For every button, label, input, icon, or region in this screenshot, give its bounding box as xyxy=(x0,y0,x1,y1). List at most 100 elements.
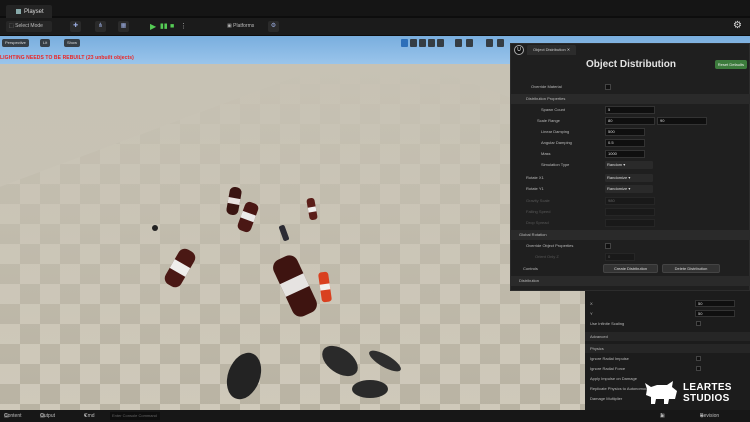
lit-button[interactable]: Lit xyxy=(40,39,51,47)
gravity-label: Gravity Scale xyxy=(526,198,550,203)
bottle-6 xyxy=(318,271,332,303)
global-rotation-label: Global Rotation xyxy=(519,232,547,237)
falling-speed-label: Falling Speed xyxy=(526,209,551,214)
row-override-material: Override Material xyxy=(511,82,750,92)
linear-damping-field[interactable]: 500 xyxy=(605,128,645,136)
panel-tab-label: Object Distribution xyxy=(533,47,566,52)
detail-row-physics[interactable]: Physics xyxy=(585,344,750,353)
detail-physics-label: Physics xyxy=(590,346,604,351)
row-global-rotation[interactable]: Global Rotation xyxy=(511,230,750,240)
detail-x-field[interactable]: 50 xyxy=(695,300,735,307)
rotate-y-dropdown[interactable]: Randomize ▾ xyxy=(605,185,653,193)
simulation-type-dropdown[interactable]: Random ▾ xyxy=(605,161,653,169)
rotate-y-label: Rotate Y1 xyxy=(526,186,544,191)
linear-damping-label: Linear Damping xyxy=(541,129,570,134)
orient-only-field: 0 xyxy=(605,253,635,261)
grid-size-icon[interactable] xyxy=(466,39,473,47)
cmd-label: Cmd xyxy=(84,413,95,419)
object-distribution-panel: U Object Distribution ✕ Object Distribut… xyxy=(510,43,750,291)
scale-min-field[interactable]: 80 xyxy=(605,117,655,125)
revision-control-label: Revision Control xyxy=(700,413,720,419)
drop-spread-label: Drop Spread xyxy=(526,220,549,225)
scale-max-field[interactable]: 90 xyxy=(657,117,707,125)
cmd-dropdown[interactable]: Cmd ▾ xyxy=(84,410,95,422)
rotate-x-label: Rotate X1 xyxy=(526,175,544,180)
play-icon[interactable]: ▶ xyxy=(150,21,158,32)
spawn-count-field[interactable]: 5 xyxy=(605,106,655,114)
platforms-label: Platforms xyxy=(233,23,255,29)
override-material-checkbox[interactable] xyxy=(605,84,611,90)
show-button[interactable]: Show xyxy=(64,39,81,47)
override-object-properties-checkbox[interactable] xyxy=(605,243,611,249)
detail-row-radial-impulse: Ignore Radial Impulse xyxy=(585,354,750,363)
drop-spread-field xyxy=(605,219,655,227)
rotation-size-icon[interactable] xyxy=(497,39,504,47)
more-icon[interactable]: ⋮ xyxy=(180,21,188,32)
row-rotate-y: Rotate Y1 Randomize ▾ xyxy=(511,184,750,194)
move-tool-icon[interactable] xyxy=(410,39,417,47)
bottle-2 xyxy=(237,201,259,233)
add-content-icon[interactable]: ✚ xyxy=(70,21,81,32)
row-spawn-count: Spawn Count 5 xyxy=(511,105,750,115)
scale-range-label: Scale Range xyxy=(537,118,560,123)
settings-icon[interactable]: ⚙ xyxy=(268,21,279,32)
level-tab-label: Playset xyxy=(24,9,44,15)
angular-damping-field[interactable]: 0.5 xyxy=(605,139,645,147)
mass-label: Mass xyxy=(541,151,551,156)
detail-infinite-checkbox[interactable] xyxy=(696,321,701,326)
bottle-4 xyxy=(164,248,196,288)
row-mass: Mass 1000 xyxy=(511,149,750,159)
detail-radial-impulse-label: Ignore Radial Impulse xyxy=(590,356,629,361)
detail-apply-impulse-label: Apply Impulse on Damage xyxy=(590,376,637,381)
controls-label: Controls xyxy=(523,266,538,271)
bull-logo-icon xyxy=(645,381,677,404)
perspective-button[interactable]: Perspective xyxy=(2,39,29,47)
console-command-input[interactable]: Enter Console Command xyxy=(110,412,160,420)
select-tool-icon[interactable] xyxy=(401,39,408,47)
rotation-snap-icon[interactable] xyxy=(486,39,493,47)
scale-tool-icon[interactable] xyxy=(428,39,435,47)
row-drop-spread: Drop Spread xyxy=(511,218,750,228)
play-options-icon[interactable]: ▮▮ xyxy=(160,21,168,32)
override-object-properties-label: Override Object Properties xyxy=(526,243,574,248)
select-mode-dropdown[interactable]: ⬚ Select Mode xyxy=(6,21,52,32)
detail-row-advanced[interactable]: Advanced xyxy=(585,332,750,341)
detail-advanced-label: Advanced xyxy=(590,334,608,339)
detail-y-field[interactable]: 50 xyxy=(695,310,735,317)
cinematics-icon[interactable]: ▦ xyxy=(118,21,129,32)
row-distribution-properties[interactable]: Distribution Properties xyxy=(511,94,750,104)
lighting-warning: LIGHTING NEEDS TO BE REBUILT (23 unbuilt… xyxy=(0,55,134,61)
panel-tab[interactable]: Object Distribution ✕ xyxy=(527,45,577,55)
content-drawer-label: Content Drawer xyxy=(4,413,22,419)
row-distribution-section[interactable]: Distribution xyxy=(511,276,750,286)
rotate-x-value: Randomize xyxy=(607,175,628,180)
show-label: Show xyxy=(67,40,78,45)
row-simulation-type: Simulation Type Random ▾ xyxy=(511,160,750,170)
bottle-cap xyxy=(152,225,158,231)
create-distribution-button[interactable]: Create Distribution xyxy=(603,264,658,273)
detail-radial-impulse-checkbox[interactable] xyxy=(696,356,701,361)
row-rotate-x: Rotate X1 Randomize ▾ xyxy=(511,173,750,183)
unreal-logo-icon: U xyxy=(514,45,524,55)
detail-radial-force-checkbox[interactable] xyxy=(696,366,701,371)
detail-row-x: X 50 xyxy=(585,299,750,308)
stop-icon[interactable]: ■ xyxy=(170,21,178,32)
rotate-tool-icon[interactable] xyxy=(419,39,426,47)
status-bar: ▤ Content Drawer ▤ Output Log Cmd ▾ Ente… xyxy=(0,410,750,422)
grid-snap-icon[interactable] xyxy=(455,39,462,47)
distribution-section-label: Distribution xyxy=(519,278,540,283)
detail-x-label: X xyxy=(590,301,593,306)
world-space-icon[interactable] xyxy=(437,39,444,47)
editor-settings-icon[interactable]: ⚙ xyxy=(733,20,742,31)
level-tab[interactable]: Playset xyxy=(6,5,52,19)
rotate-x-dropdown[interactable]: Randomize ▾ xyxy=(605,174,653,182)
mass-field[interactable]: 1000 xyxy=(605,150,645,158)
delete-distribution-button[interactable]: Delete Distribution xyxy=(662,264,720,273)
row-orient-only: Orient Only Z 0 xyxy=(511,252,750,262)
reset-defaults-badge[interactable]: Reset Defaults xyxy=(714,60,747,69)
override-material-label: Override Material xyxy=(531,84,562,89)
blueprint-icon[interactable]: ⋔ xyxy=(95,21,106,32)
level-icon xyxy=(16,8,21,14)
platforms-dropdown[interactable]: ▣ Platforms xyxy=(224,21,264,32)
leartes-studios-logo: LEARTES STUDIOS xyxy=(643,377,748,409)
